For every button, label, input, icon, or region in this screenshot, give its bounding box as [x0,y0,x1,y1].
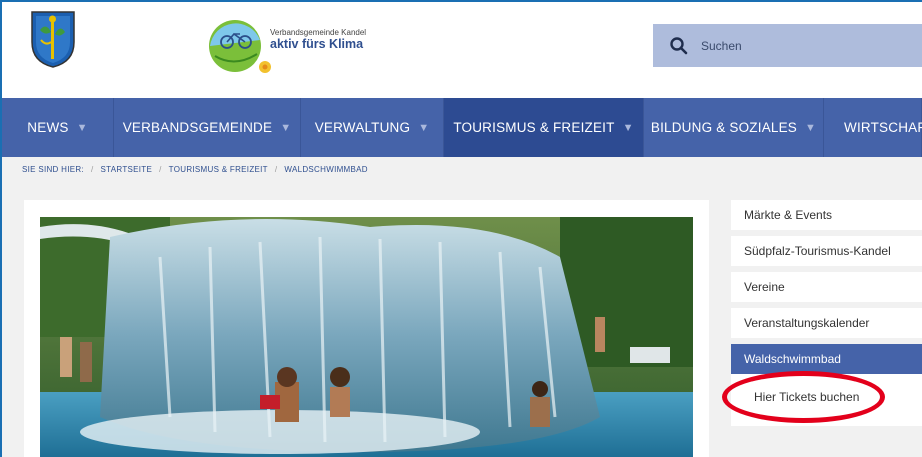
site-header: Verbandsgemeinde Kandel aktiv fürs Klima [2,2,922,97]
highlight-circle-annotation [722,371,885,423]
nav-item-bildung[interactable]: BILDUNG & SOZIALES ▼ [644,98,824,157]
nav-item-label: NEWS [27,120,69,135]
breadcrumb-prefix: SIE SIND HIER: [22,164,84,174]
nav-item-verwaltung[interactable]: VERWALTUNG ▼ [301,98,444,157]
breadcrumb-separator: / [274,164,278,174]
sidebar-item-vereine[interactable]: Vereine [731,272,922,302]
coat-of-arms-logo[interactable] [30,10,76,68]
sidebar-item-label: Märkte & Events [744,208,833,222]
swimming-pool-photo [40,217,693,457]
search-bar[interactable] [653,24,922,67]
main-navigation: NEWS ▼ VERBANDSGEMEINDE ▼ VERWALTUNG ▼ TOUR… [2,98,922,157]
nav-item-news[interactable]: NEWS ▼ [2,98,114,157]
chevron-down-icon: ▼ [280,121,292,134]
nav-item-label: WIRTSCHAFT [844,120,922,135]
sidebar-item-waldschwimmbad[interactable]: Waldschwimmbad [731,344,922,374]
breadcrumb-current: WALDSCHWIMMBAD [284,164,368,174]
sidebar-item-label: Veranstaltungskalender [744,316,870,330]
breadcrumb: SIE SIND HIER: / STARTSEITE / TOURISMUS … [2,157,922,181]
sidebar-item-veranstaltungskalender[interactable]: Veranstaltungskalender [731,308,922,338]
nav-item-label: VERWALTUNG [314,120,411,135]
chevron-down-icon: ▼ [622,121,634,134]
nav-item-label: TOURISMUS & FREIZEIT [453,120,615,135]
breadcrumb-separator: / [159,164,162,174]
photo-card [24,200,709,457]
chevron-down-icon: ▼ [76,121,88,134]
logo-subtitle: Verbandsgemeinde Kandel [270,28,367,37]
logo-title: aktiv fürs Klima [270,37,364,51]
nav-item-label: BILDUNG & SOZIALES [650,120,798,135]
sidebar-item-label: Waldschwimmbad [744,352,841,366]
sidebar-item-maerkte-events[interactable]: Märkte & Events [731,200,922,230]
sidebar-item-suedpfalz-tourismus[interactable]: Südpfalz-Tourismus-Kandel [731,236,922,266]
breadcrumb-link-startseite[interactable]: STARTSEITE [101,165,153,174]
nav-item-wirtschaft[interactable]: WIRTSCHAFT [824,98,922,157]
breadcrumb-link-tourismus[interactable]: TOURISMUS & FREIZEIT [169,165,268,174]
nav-item-tourismus[interactable]: TOURISMUS & FREIZEIT ▼ [444,98,644,157]
chevron-down-icon: ▼ [805,121,817,134]
search-input[interactable] [701,38,901,53]
breadcrumb-separator: / [91,164,94,174]
search-icon[interactable] [669,36,689,56]
sidebar-item-label: Vereine [744,280,785,294]
nav-item-label: VERBANDSGEMEINDE [122,120,273,135]
nav-item-verbandsgemeinde[interactable]: VERBANDSGEMEINDE ▼ [114,98,301,157]
sidebar-item-label: Südpfalz-Tourismus-Kandel [744,244,891,258]
chevron-down-icon: ▼ [418,121,430,134]
